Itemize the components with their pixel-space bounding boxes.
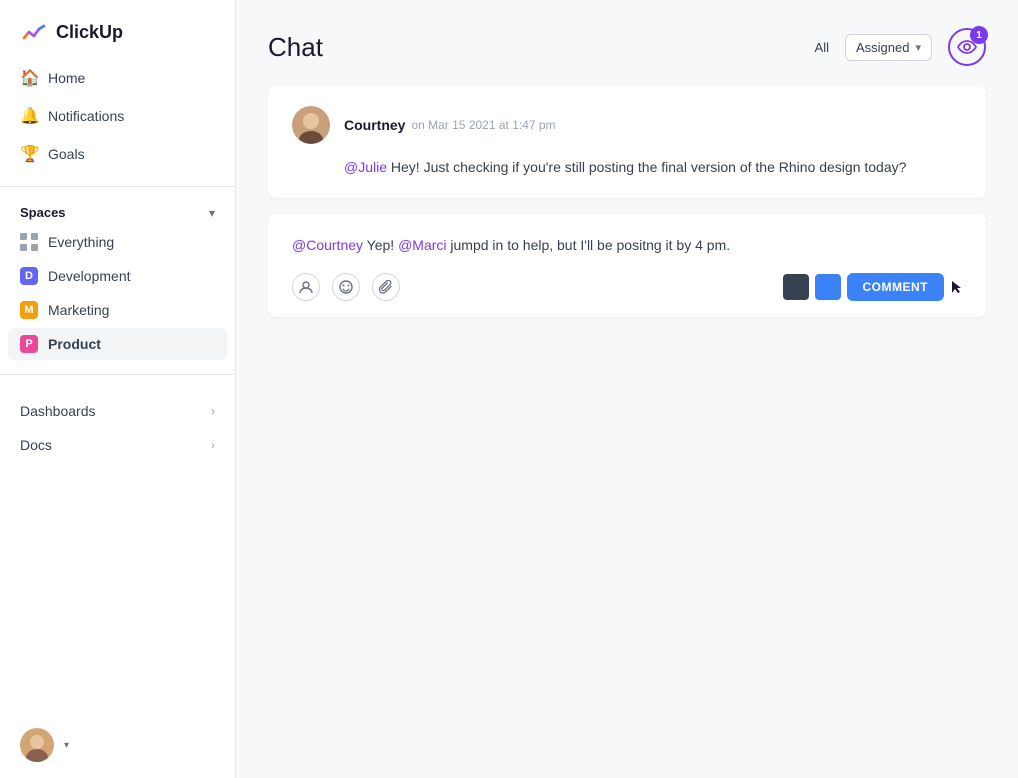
clickup-logo-icon xyxy=(20,18,48,46)
sidebar-section-bottom: Dashboards › Docs › xyxy=(0,395,235,463)
user-tool-icon[interactable] xyxy=(292,273,320,301)
sidebar-item-development-label: Development xyxy=(48,268,131,284)
chat-header-controls: All Assigned ▾ 1 xyxy=(815,28,986,66)
dashboards-label: Dashboards xyxy=(20,403,96,419)
main-content: Chat All Assigned ▾ 1 xyxy=(236,0,1018,778)
sidebar-item-goals[interactable]: 🏆 Goals xyxy=(8,136,227,172)
sidebar-item-everything[interactable]: Everything xyxy=(8,226,227,258)
sidebar-logo[interactable]: ClickUp xyxy=(0,0,235,60)
courtney-avatar xyxy=(292,106,330,144)
filter-chevron-icon: ▾ xyxy=(915,41,921,54)
message-header-1: Courtney on Mar 15 2021 at 1:47 pm xyxy=(292,106,962,144)
docs-chevron-icon: › xyxy=(211,438,215,452)
mention-julie: @Julie xyxy=(344,159,387,175)
format-button-blue[interactable] xyxy=(815,274,841,300)
divider-2 xyxy=(0,374,235,375)
reply-text-1: Yep! xyxy=(363,237,398,253)
reply-text: @Courtney Yep! @Marci jumpd in to help, … xyxy=(292,234,962,256)
attachment-tool-icon[interactable] xyxy=(372,273,400,301)
spaces-title: Spaces xyxy=(20,205,66,220)
eye-badge-button[interactable]: 1 xyxy=(948,28,986,66)
sidebar-item-everything-label: Everything xyxy=(48,234,114,250)
mention-courtney: @Courtney xyxy=(292,237,363,253)
reply-toolbar: COMMENT xyxy=(292,273,962,301)
reply-box: @Courtney Yep! @Marci jumpd in to help, … xyxy=(268,214,986,316)
docs-label: Docs xyxy=(20,437,52,453)
bell-icon: 🔔 xyxy=(20,106,38,126)
chat-header: Chat All Assigned ▾ 1 xyxy=(236,0,1018,86)
emoji-tool-icon[interactable] xyxy=(332,273,360,301)
home-icon: 🏠 xyxy=(20,68,38,88)
sidebar-item-dashboards[interactable]: Dashboards › xyxy=(8,395,227,427)
sidebar-item-product[interactable]: P Product xyxy=(8,328,227,360)
development-space-icon: D xyxy=(20,267,38,285)
chevron-down-icon: ▾ xyxy=(209,206,215,220)
sidebar-item-docs[interactable]: Docs › xyxy=(8,429,227,461)
sidebar-item-product-label: Product xyxy=(48,336,101,352)
spaces-section-header[interactable]: Spaces ▾ xyxy=(0,199,235,226)
filter-all-button[interactable]: All xyxy=(815,40,829,55)
sidebar-footer[interactable]: ▾ xyxy=(0,712,235,778)
reply-tools xyxy=(292,273,400,301)
marketing-space-icon: M xyxy=(20,301,38,319)
sidebar-item-marketing-label: Marketing xyxy=(48,302,109,318)
notification-badge: 1 xyxy=(970,26,988,44)
message-body-1: @Julie Hey! Just checking if you're stil… xyxy=(292,156,962,178)
message-card-1: Courtney on Mar 15 2021 at 1:47 pm @Juli… xyxy=(268,86,986,198)
dashboards-chevron-icon: › xyxy=(211,404,215,418)
logo-text: ClickUp xyxy=(56,22,123,43)
message-body-text-1: Hey! Just checking if you're still posti… xyxy=(387,159,906,175)
sidebar-item-goals-label: Goals xyxy=(48,146,85,162)
sidebar-item-development[interactable]: D Development xyxy=(8,260,227,292)
product-space-icon: P xyxy=(20,335,38,353)
reply-text-2: jumpd in to help, but I'll be positng it… xyxy=(447,237,731,253)
sidebar-item-notifications-label: Notifications xyxy=(48,108,124,124)
message-author-1: Courtney xyxy=(344,117,405,133)
filter-assigned-label: Assigned xyxy=(856,40,909,55)
message-meta-1: Courtney on Mar 15 2021 at 1:47 pm xyxy=(344,117,556,133)
sidebar: ClickUp 🏠 Home 🔔 Notifications 🏆 Goals S… xyxy=(0,0,236,778)
trophy-icon: 🏆 xyxy=(20,144,38,164)
everything-grid-icon xyxy=(20,233,38,251)
reply-actions: COMMENT xyxy=(783,273,963,301)
chat-messages-area: Courtney on Mar 15 2021 at 1:47 pm @Juli… xyxy=(236,86,1018,778)
page-title: Chat xyxy=(268,32,323,63)
user-menu-chevron-icon: ▾ xyxy=(64,740,69,751)
user-avatar xyxy=(20,728,54,762)
comment-button[interactable]: COMMENT xyxy=(847,273,945,301)
format-button-dark[interactable] xyxy=(783,274,809,300)
filter-assigned-dropdown[interactable]: Assigned ▾ xyxy=(845,34,932,61)
sidebar-navigation: 🏠 Home 🔔 Notifications 🏆 Goals xyxy=(0,60,235,174)
sidebar-item-home-label: Home xyxy=(48,70,85,86)
sidebar-item-home[interactable]: 🏠 Home xyxy=(8,60,227,96)
divider-1 xyxy=(0,186,235,187)
cursor-icon xyxy=(950,279,962,295)
sidebar-item-notifications[interactable]: 🔔 Notifications xyxy=(8,98,227,134)
message-time-1: on Mar 15 2021 at 1:47 pm xyxy=(411,118,555,132)
mention-marci: @Marci xyxy=(398,237,446,253)
sidebar-item-marketing[interactable]: M Marketing xyxy=(8,294,227,326)
